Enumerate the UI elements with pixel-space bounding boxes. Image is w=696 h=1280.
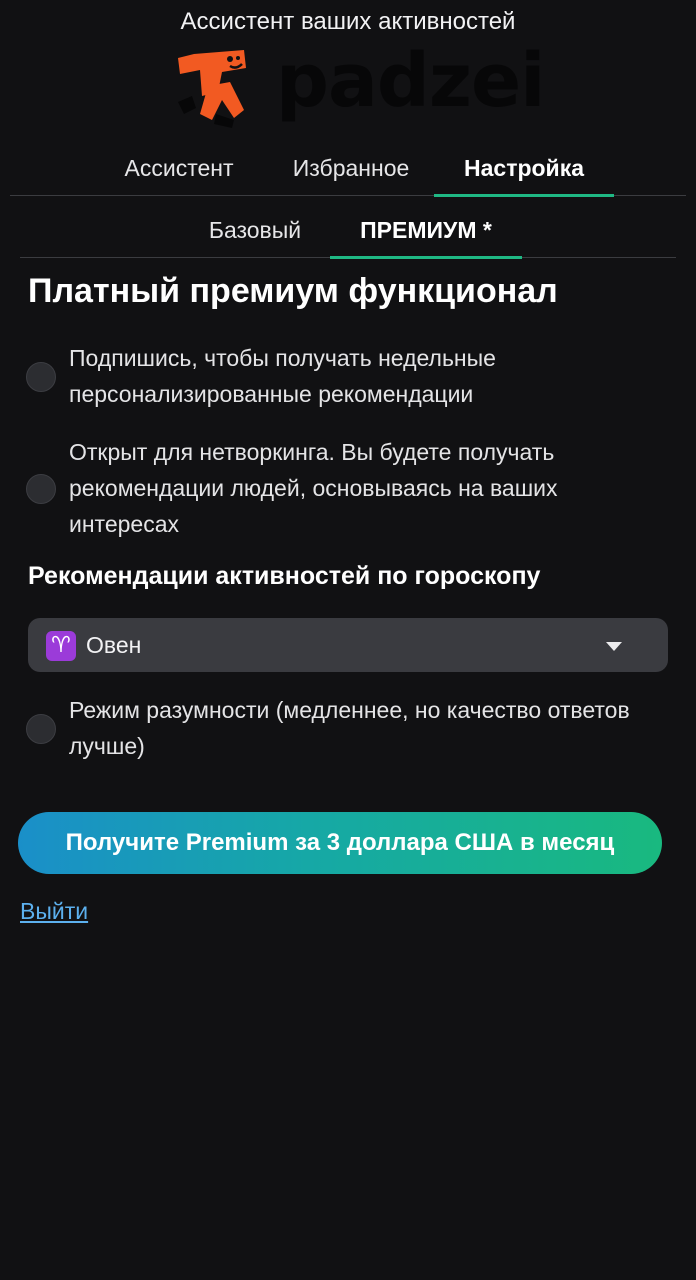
subtab-premium[interactable]: ПРЕМИУМ *: [330, 210, 522, 259]
padzei-logo: padzei: [172, 44, 546, 130]
tab-favorites[interactable]: Избранное: [268, 150, 434, 196]
networking-label: Открыт для нетворкинга. Вы будете получа…: [69, 439, 558, 537]
smart-mode-radio[interactable]: [26, 714, 56, 744]
settings-page: Ассистент ваших активностей padzei Ассис…: [0, 0, 696, 1280]
weekly-recommendations-radio[interactable]: [26, 362, 56, 392]
networking-option: Открыт для нетворкинга. Вы будете получа…: [26, 434, 666, 544]
weekly-recommendations-option: Подпишись, чтобы получать недельные перс…: [26, 340, 666, 414]
weekly-recommendations-label: Подпишись, чтобы получать недельные перс…: [69, 345, 496, 407]
logo-wordmark: padzei: [276, 38, 546, 124]
zodiac-select[interactable]: ♈ Овен: [28, 618, 668, 672]
main-tabs: Ассистент Избранное Настройка: [10, 150, 686, 197]
smart-mode-label: Режим разумности (медленнее, но качество…: [69, 697, 630, 759]
get-premium-button[interactable]: Получите Premium за 3 доллара США в меся…: [18, 812, 662, 874]
zodiac-select-value: Овен: [86, 632, 142, 658]
dropdown-arrow-icon: [606, 642, 622, 651]
logout-link[interactable]: Выйти: [20, 898, 88, 925]
logo-mascot-icon: [178, 50, 246, 128]
subtab-basic[interactable]: Базовый: [180, 210, 330, 258]
smart-mode-option: Режим разумности (медленнее, но качество…: [26, 692, 666, 766]
tab-settings[interactable]: Настройка: [434, 150, 614, 197]
tab-assistant[interactable]: Ассистент: [90, 150, 268, 196]
aries-icon: ♈: [46, 631, 76, 661]
horoscope-section-title: Рекомендации активностей по гороскопу: [28, 562, 541, 590]
networking-radio[interactable]: [26, 474, 56, 504]
app-tagline: Ассистент ваших активностей: [180, 8, 516, 35]
premium-section-title: Платный премиум функционал: [28, 272, 558, 310]
settings-subtabs: Базовый ПРЕМИУМ *: [20, 210, 676, 259]
